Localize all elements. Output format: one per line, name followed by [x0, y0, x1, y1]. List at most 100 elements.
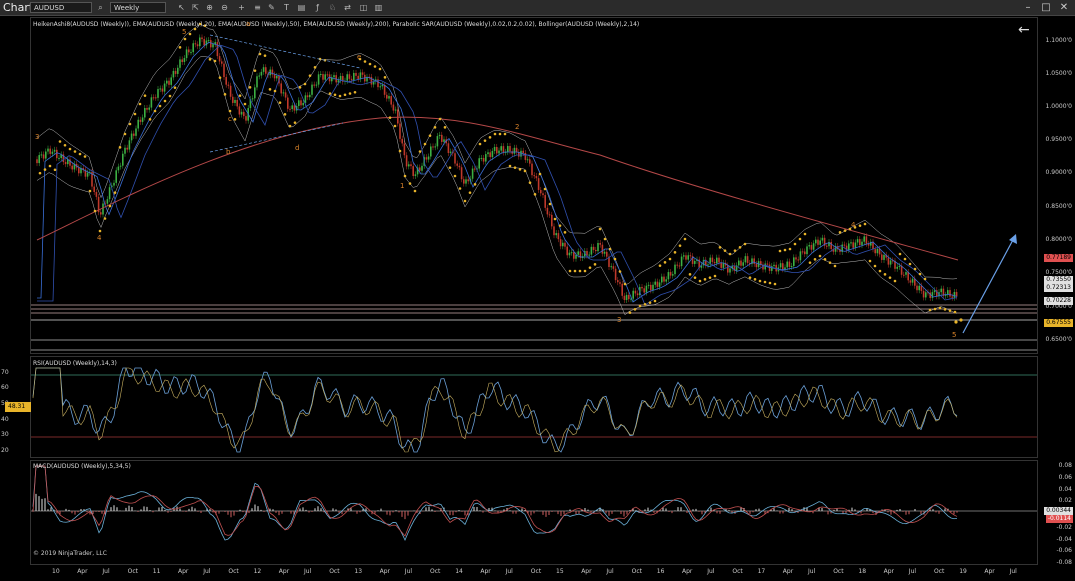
candle-body — [628, 294, 630, 300]
macd-y-label: 0.08 — [1058, 462, 1072, 469]
candle-body — [482, 157, 485, 162]
candle-body — [810, 245, 813, 250]
candle-body — [826, 245, 828, 247]
candle-body — [782, 263, 784, 270]
sar-dot — [833, 264, 837, 268]
candle-body — [577, 251, 579, 255]
time-axis-label: Apr — [278, 568, 290, 575]
wave-label: b — [226, 148, 231, 156]
candle-body — [916, 285, 918, 291]
candle-body — [755, 263, 758, 268]
time-axis-label: Jul — [908, 568, 917, 575]
chart-canvas[interactable] — [0, 0, 1075, 581]
sar-dot — [608, 247, 612, 251]
candle-body — [520, 150, 522, 157]
sar-dot — [333, 93, 337, 97]
candle-body — [535, 176, 538, 179]
candle-body — [236, 99, 238, 107]
candle-body — [177, 67, 179, 74]
sar-dot — [88, 189, 92, 193]
candle-body — [500, 146, 502, 151]
candle-body — [720, 262, 722, 268]
sar-dot — [653, 299, 657, 303]
candle-body — [159, 88, 161, 90]
candle-body — [350, 78, 353, 81]
candle-body — [425, 157, 428, 160]
candle-body — [172, 70, 175, 78]
candle-body — [531, 163, 533, 176]
candle-body — [722, 262, 725, 268]
candle-body — [179, 59, 181, 68]
candle-body — [199, 37, 201, 47]
candle-body — [56, 149, 58, 159]
candle-body — [474, 168, 476, 170]
sar-dot — [308, 74, 312, 77]
sar-dot — [378, 67, 382, 71]
candle-body — [621, 283, 623, 296]
candle-body — [683, 255, 685, 257]
candle-body — [355, 72, 357, 76]
macd-axis[interactable]: 0.08 0.06 0.04 0.02 -0.02 -0.04 -0.06 -0.08 0.00… — [1038, 460, 1075, 566]
sar-dot — [498, 132, 502, 136]
candle-body — [353, 72, 355, 81]
rsi-signal-line — [32, 367, 958, 453]
sar-dot — [643, 303, 647, 306]
price-tag: 0.67555 — [1044, 319, 1073, 327]
price-axis[interactable]: 1.1000'0 1.0500'0 1.0000'0 0.9500'0 0.9000'0… — [1038, 17, 1075, 354]
candle-body — [212, 44, 214, 48]
candle-body — [280, 83, 282, 94]
sar-dot — [723, 249, 727, 252]
sar-dot — [818, 254, 822, 258]
sar-dot — [468, 191, 472, 194]
sar-dot — [43, 168, 47, 171]
time-axis-label: Oct — [430, 568, 441, 575]
price-tag: 0.73550 — [1044, 276, 1073, 284]
candle-body — [185, 49, 188, 59]
sar-dot — [518, 168, 522, 171]
candle-body — [412, 166, 414, 176]
candle-body — [889, 260, 892, 265]
sar-dot — [428, 134, 432, 137]
candle-body — [401, 138, 403, 144]
candle-body — [194, 43, 197, 45]
trendline — [209, 34, 361, 69]
candle-body — [606, 251, 608, 257]
back-arrow-icon[interactable]: ← — [1018, 22, 1030, 38]
candle-body — [557, 233, 560, 240]
candle-body — [346, 74, 348, 81]
candle-body — [190, 52, 192, 54]
sar-dot — [863, 222, 867, 226]
sar-dot — [613, 257, 617, 261]
candle-body — [861, 241, 863, 246]
sar-dot — [918, 272, 922, 276]
sar-dot — [233, 118, 237, 121]
candle-body — [784, 267, 786, 270]
rsi-axis[interactable]: 706050403020 — [1, 356, 1075, 458]
candle-body — [863, 236, 865, 242]
candle-body — [203, 39, 205, 46]
sar-dot — [388, 116, 392, 119]
candle-body — [546, 207, 549, 215]
time-axis-label: Apr — [178, 568, 189, 575]
candle-body — [214, 42, 216, 45]
time-axis-label: 11 — [152, 568, 161, 575]
time-axis-label: Jul — [203, 568, 211, 575]
candle-body — [603, 251, 606, 254]
candle-body — [315, 84, 318, 86]
rsi-current-value: 48.31 — [5, 402, 31, 412]
candle-body — [753, 258, 755, 264]
sar-dot — [873, 264, 877, 268]
macd-tag: 0.00344 — [1044, 507, 1073, 515]
candle-body — [238, 106, 241, 115]
candle-body — [742, 262, 744, 266]
sar-dot — [953, 310, 957, 314]
candle-body — [379, 86, 381, 88]
sar-dot — [348, 92, 352, 95]
candle-body — [562, 242, 564, 247]
sar-dot — [63, 143, 67, 147]
time-axis-label: Jul — [102, 568, 110, 575]
candle-body — [284, 92, 287, 98]
sar-dot — [508, 164, 512, 168]
candle-body — [421, 165, 423, 171]
sar-dot — [178, 46, 182, 49]
